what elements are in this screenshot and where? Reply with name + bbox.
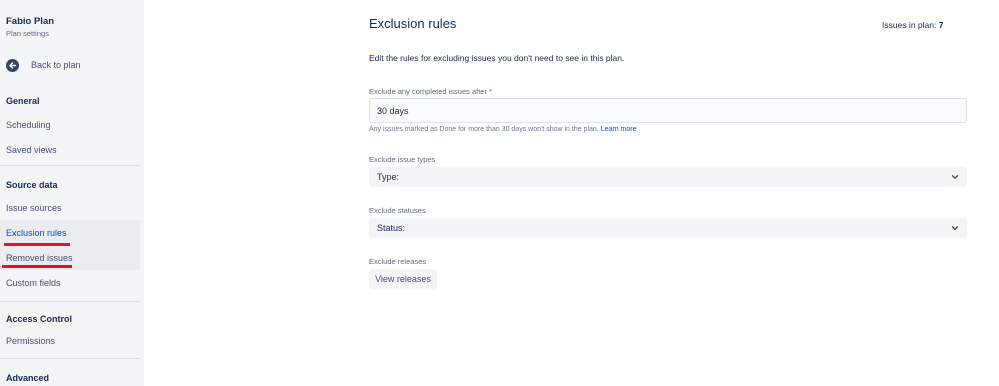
back-to-plan-link[interactable]: Back to plan [6,57,81,73]
page-title: Exclusion rules [369,16,457,31]
sidebar-item-label: Removed issues [6,252,73,263]
sidebar: Fabio Plan Plan settings Back to plan Ge… [0,0,144,386]
sidebar-item-label: Issue sources [6,202,62,213]
completed-issues-helper: Any issues marked as Done for more than … [369,126,637,133]
completed-issues-input[interactable]: 30 days [369,98,967,123]
issues-in-plan-value: 7 [938,20,944,30]
section-title-advanced: Advanced [6,373,50,383]
statuses-label: Exclude statuses [369,206,426,215]
sidebar-item-label: Scheduling [6,119,51,130]
learn-more-link[interactable]: Learn more [601,126,637,133]
plan-subtitle: Plan settings [6,29,49,38]
sidebar-item-label: Permissions [6,335,56,346]
section-title-access-control: Access Control [6,314,73,324]
completed-issues-value: 30 days [377,105,409,116]
sidebar-item-issue-sources[interactable]: Issue sources [0,195,140,220]
annotation-underline [4,243,70,246]
back-to-plan-label: Back to plan [31,60,81,70]
required-marker: * [489,87,492,96]
issue-types-select[interactable]: Type: [369,167,967,187]
completed-issues-label: Exclude any completed issues after * [369,87,492,96]
sidebar-item-permissions[interactable]: Permissions [0,328,140,353]
sidebar-item-exclusion-rules[interactable]: Exclusion rules [0,220,140,245]
issues-in-plan-label: Issues in plan: [882,20,937,30]
sidebar-divider [0,358,140,359]
releases-label: Exclude releases [369,257,427,266]
sidebar-divider [0,165,140,166]
sidebar-item-saved-views[interactable]: Saved views [0,137,140,162]
statuses-select[interactable]: Status: [369,218,967,238]
sidebar-divider [0,301,140,302]
sidebar-item-label: Exclusion rules [6,227,67,238]
sidebar-item-label: Custom fields [6,277,61,288]
view-releases-button[interactable]: View releases [369,269,437,289]
sidebar-item-custom-fields[interactable]: Custom fields [0,270,140,295]
sidebar-item-label: Saved views [6,144,57,155]
issue-types-select-label: Type: [377,172,400,182]
section-title-general: General [6,96,40,106]
page-description: Edit the rules for excluding issues you … [369,53,625,63]
chevron-down-icon [951,224,959,232]
arrow-left-icon [6,58,19,72]
completed-issues-label-text: Exclude any completed issues after [369,87,487,96]
chevron-down-icon [951,173,959,181]
statuses-select-label: Status: [377,223,406,233]
section-title-source-data: Source data [6,180,58,190]
annotation-underline [2,265,72,268]
plan-name: Fabio Plan [6,16,55,27]
issue-types-label: Exclude issue types [369,155,436,164]
issues-in-plan: Issues in plan: 7 [882,20,943,30]
sidebar-item-scheduling[interactable]: Scheduling [0,112,140,137]
completed-issues-helper-text: Any issues marked as Done for more than … [369,126,599,133]
